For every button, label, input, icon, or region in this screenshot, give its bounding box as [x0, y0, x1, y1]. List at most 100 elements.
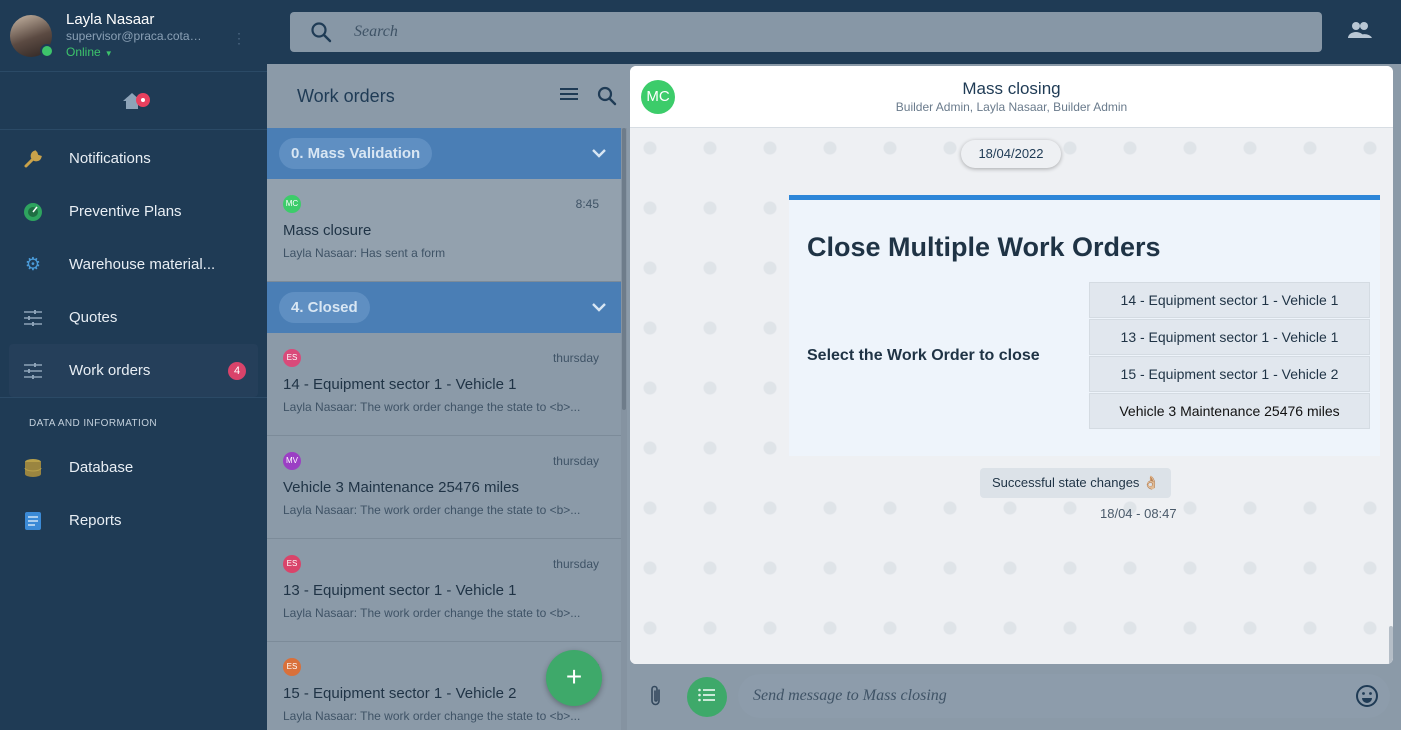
item-time: thursday [552, 557, 599, 571]
work-orders-panel: Work orders 0. Mass Validation MC 8:45 M… [267, 64, 627, 730]
online-status-dot [40, 43, 54, 58]
item-title: Vehicle 3 Maintenance 25476 miles [283, 479, 519, 496]
sidebar-item-notifications[interactable]: Notifications [9, 132, 258, 185]
chat-messages: 18/04/2022 Close Multiple Work Orders Se… [630, 128, 1393, 664]
chat-participants: Builder Admin, Layla Nasaar, Builder Adm… [895, 100, 1128, 114]
attachment-icon[interactable] [647, 684, 665, 713]
work-orders-header: Work orders [267, 64, 627, 128]
message-timestamp: 18/04 - 08:47 [1100, 506, 1177, 521]
sidebar-item-label: Preventive Plans [69, 203, 182, 220]
sidebar-item-quotes[interactable]: Quotes [9, 291, 258, 344]
search-bar[interactable] [290, 12, 1322, 52]
avatar: MC [283, 195, 301, 213]
list-item[interactable]: ES thursday 14 - Equipment sector 1 - Ve… [267, 333, 621, 436]
panel-title: Work orders [297, 85, 395, 106]
sidebar-item-label: Reports [69, 512, 122, 529]
message-input[interactable] [753, 687, 1333, 705]
work-orders-count-badge: 4 [228, 362, 246, 380]
home-row [0, 72, 267, 130]
section-label: DATA AND INFORMATION [0, 397, 267, 439]
user-status-dropdown[interactable]: Online ▼ [66, 45, 202, 60]
item-title: Mass closure [283, 222, 372, 239]
item-preview: Layla Nasaar: The work order change the … [283, 503, 581, 517]
avatar[interactable] [10, 14, 54, 58]
message-field[interactable] [738, 674, 1390, 718]
contacts-icon[interactable] [1348, 21, 1372, 44]
chevron-down-icon [591, 145, 607, 163]
gauge-icon [22, 201, 44, 223]
sidebar-item-label: Quotes [69, 309, 118, 326]
wrench-icon [22, 148, 44, 170]
form-label: Select the Work Order to close [807, 347, 1040, 364]
sidebar-item-label: Work orders [69, 362, 151, 379]
database-icon [22, 457, 44, 479]
list-item[interactable]: ES thursday 13 - Equipment sector 1 - Ve… [267, 539, 621, 642]
date-separator: 18/04/2022 [961, 140, 1061, 168]
status-message: Successful state changes 👌🏼 [980, 468, 1172, 498]
sliders-icon [22, 360, 44, 382]
group-mass-validation[interactable]: 0. Mass Validation [267, 128, 621, 179]
search-icon[interactable] [597, 86, 617, 111]
sidebar-item-label: Database [69, 459, 134, 476]
sidebar-item-work-orders[interactable]: Work orders 4 [9, 344, 258, 397]
item-preview: Layla Nasaar: The work order change the … [283, 709, 581, 723]
item-preview: Layla Nasaar: The work order change the … [283, 606, 581, 620]
item-time: thursday [552, 454, 599, 468]
group-label: 0. Mass Validation [279, 138, 433, 169]
sidebar-item-label: Warehouse material... [69, 256, 216, 273]
work-order-option[interactable]: Vehicle 3 Maintenance 25476 miles [1089, 393, 1370, 429]
gear-icon: ⚙ [24, 254, 42, 274]
document-icon [22, 510, 44, 532]
avatar: MV [283, 452, 301, 470]
templates-button[interactable] [687, 677, 727, 717]
item-title: 13 - Equipment sector 1 - Vehicle 1 [283, 582, 517, 599]
sidebar-item-database[interactable]: Database [9, 441, 258, 494]
filter-list-icon[interactable] [559, 86, 579, 111]
group-label: 4. Closed [279, 292, 370, 323]
emoji-icon[interactable] [1355, 684, 1379, 713]
user-status: Online [66, 45, 101, 60]
sidebar-item-preventive-plans[interactable]: Preventive Plans [9, 185, 258, 238]
avatar: ES [283, 658, 301, 676]
user-name: Layla Nasaar [66, 11, 155, 29]
item-time: thursday [552, 351, 599, 365]
search-input[interactable] [354, 23, 1254, 41]
item-preview: Layla Nasaar: The work order change the … [283, 400, 581, 414]
user-email: supervisor@praca.cotal... [66, 30, 202, 44]
item-time: 8:45 [575, 197, 599, 211]
chat-header[interactable]: MC Mass closing Builder Admin, Layla Nas… [630, 66, 1393, 128]
scrollbar-thumb[interactable] [622, 128, 626, 410]
message-composer [627, 664, 1401, 730]
avatar: ES [283, 555, 301, 573]
work-order-option[interactable]: 14 - Equipment sector 1 - Vehicle 1 [1089, 282, 1370, 318]
sidebar: Layla Nasaar supervisor@praca.cotal... O… [0, 0, 267, 730]
chat-window: MC Mass closing Builder Admin, Layla Nas… [630, 66, 1393, 664]
more-options-icon[interactable]: ⋮ [232, 30, 246, 47]
data-nav: Database Reports [0, 439, 267, 547]
add-work-order-button[interactable]: + [546, 650, 602, 706]
user-profile[interactable]: Layla Nasaar supervisor@praca.cotal... O… [0, 0, 267, 72]
work-order-option[interactable]: 15 - Equipment sector 1 - Vehicle 2 [1089, 356, 1370, 392]
sidebar-item-reports[interactable]: Reports [9, 494, 258, 547]
search-icon [310, 21, 332, 43]
sliders-icon [22, 307, 44, 329]
sidebar-nav: Notifications Preventive Plans ⚙ Warehou… [0, 130, 267, 397]
chat-scrollbar[interactable] [1389, 626, 1393, 664]
form-title: Close Multiple Work Orders [807, 232, 1161, 262]
chevron-down-icon [591, 299, 607, 317]
chat-title: Mass closing [962, 79, 1061, 98]
sidebar-item-warehouse[interactable]: ⚙ Warehouse material... [9, 238, 258, 291]
group-closed[interactable]: 4. Closed [267, 282, 621, 333]
item-preview: Layla Nasaar: Has sent a form [283, 246, 446, 260]
item-title: 14 - Equipment sector 1 - Vehicle 1 [283, 376, 517, 393]
sidebar-item-label: Notifications [69, 150, 151, 167]
avatar: ES [283, 349, 301, 367]
work-order-option[interactable]: 13 - Equipment sector 1 - Vehicle 1 [1089, 319, 1370, 355]
work-order-options: 14 - Equipment sector 1 - Vehicle 1 13 -… [1089, 282, 1370, 430]
list-item[interactable]: MC 8:45 Mass closure Layla Nasaar: Has s… [267, 179, 621, 282]
chevron-down-icon: ▼ [104, 49, 113, 59]
form-card: Close Multiple Work Orders Select the Wo… [789, 195, 1380, 456]
home-icon[interactable] [121, 91, 150, 111]
list-item[interactable]: MV thursday Vehicle 3 Maintenance 25476 … [267, 436, 621, 539]
notification-dot [135, 92, 150, 107]
